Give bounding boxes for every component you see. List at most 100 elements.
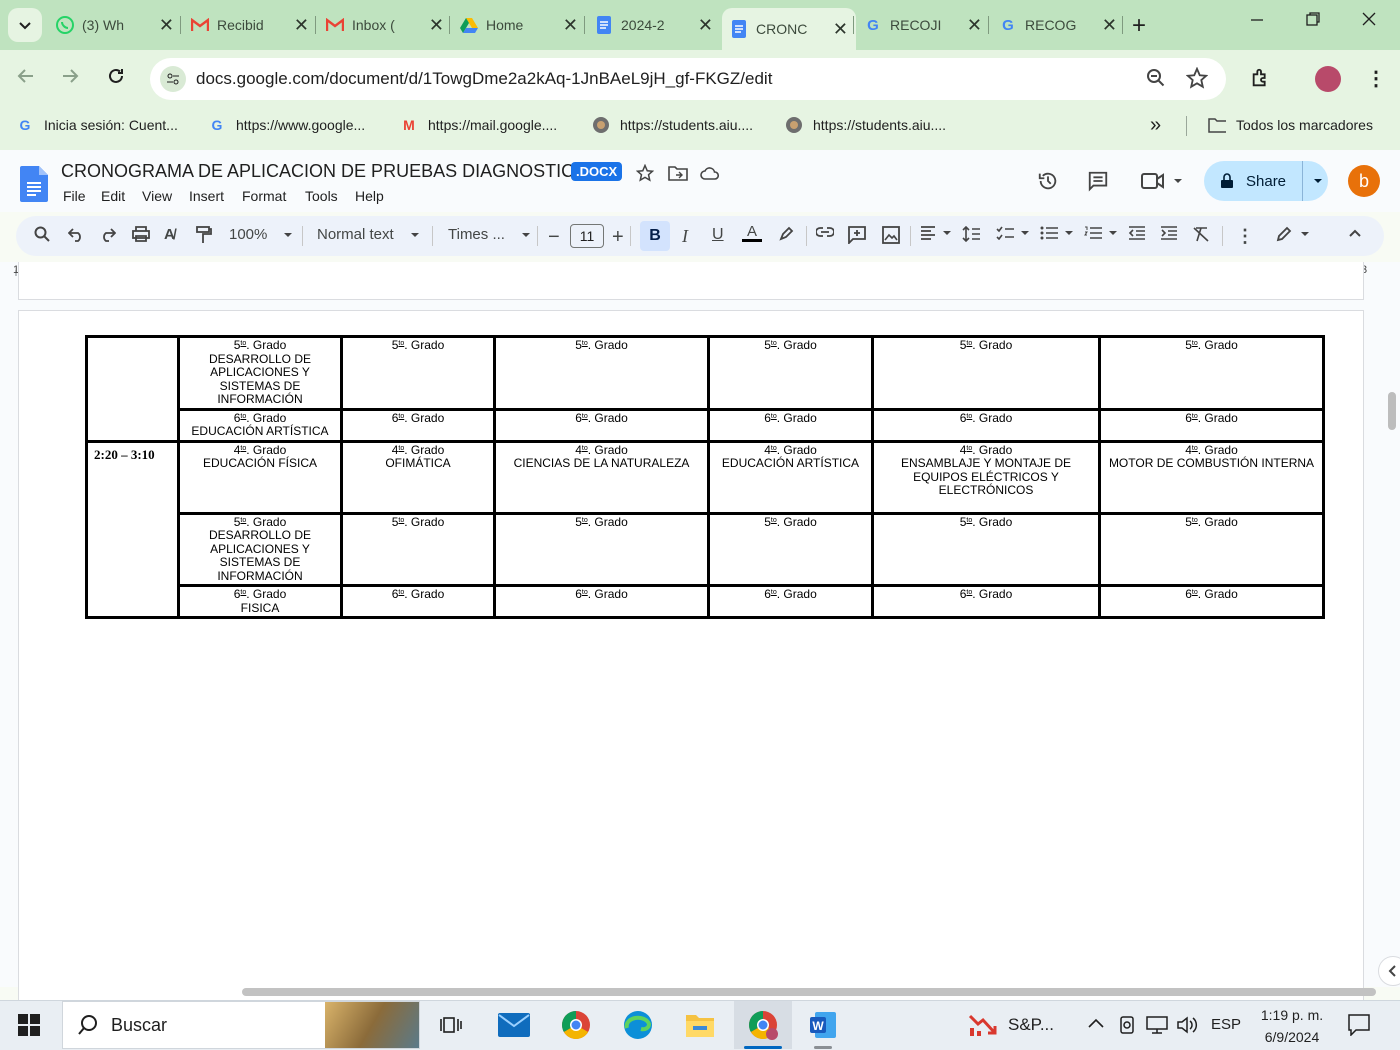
tab-close-button[interactable]: ✕ [698,15,713,36]
star-icon[interactable] [635,163,655,187]
table-cell[interactable]: 5to. Grado [1098,511,1325,587]
table-cell[interactable]: 5to. Grado [707,511,874,587]
table-cell[interactable]: 5to. Grado DESARROLLO DE APLICACIONES Y S… [177,335,343,411]
document-title[interactable]: CRONOGRAMA DE APLICACION DE PRUEBAS DIAG… [61,161,586,182]
tab-close-button[interactable]: ✕ [967,15,982,36]
version-history-icon[interactable] [1037,170,1059,197]
all-bookmarks-button[interactable]: Todos los marcadores [1208,116,1373,134]
zoom-select[interactable]: 100% [229,226,293,243]
table-cell[interactable]: 5to. Grado [493,511,710,587]
tab-close-button[interactable]: ✕ [563,15,578,36]
bookmark-4[interactable]: https://students.aiu.... [592,116,753,134]
italic-button[interactable]: I [682,226,688,247]
table-cell[interactable]: 5to. Grado [1098,335,1325,411]
table-cell[interactable]: 6to. Grado [493,407,710,443]
comments-icon[interactable] [1087,170,1109,197]
more-tools-button[interactable]: ⋮ [1236,226,1254,247]
tab-close-button[interactable]: ✕ [294,15,309,36]
table-cell[interactable]: 6to. Grado [707,407,874,443]
show-hidden-icons-button[interactable] [1087,1016,1105,1034]
table-cell[interactable]: 6to. Grado [707,584,874,619]
table-cell[interactable]: 4to. Grado OFIMÁTICA [340,439,496,515]
meet-button[interactable] [1141,172,1183,190]
table-cell[interactable]: 6to. Grado FISICA [177,584,343,619]
network-icon[interactable] [1146,1015,1168,1040]
table-cell[interactable]: 5to. Grado [493,335,710,411]
edge-app[interactable] [621,1008,655,1042]
table-cell[interactable]: 5to. Grado DESARROLLO DE APLICACIONES Y S… [177,511,343,587]
chrome-app[interactable] [559,1008,593,1042]
mail-app[interactable] [497,1008,531,1042]
decrease-indent-button[interactable] [1128,226,1146,240]
table-cell[interactable]: 6to. Grado [340,584,496,619]
new-tab-button[interactable]: + [1132,12,1146,40]
hide-menus-button[interactable] [1348,226,1362,240]
browser-tab-5[interactable]: 2024-2 ✕ [587,8,721,42]
menu-file[interactable]: File [63,188,86,204]
bookmark-star-icon[interactable] [1185,66,1209,94]
vertical-scrollbar-thumb[interactable] [1388,392,1396,430]
table-cell[interactable]: 4to. Grado EDUCACIÓN FÍSICA [177,439,343,515]
bold-button[interactable]: B [640,221,670,251]
time-cell[interactable]: 2:20 – 3:10 [85,439,180,619]
table-cell[interactable]: 6to. Grado EDUCACIÓN ARTÍSTICA [177,407,343,443]
tab-close-button[interactable]: ✕ [833,19,848,40]
text-color-button[interactable]: A [742,223,762,242]
print-button[interactable] [132,226,150,242]
task-view-button[interactable] [434,1008,468,1042]
side-panel-toggle[interactable] [1378,956,1400,986]
reload-button[interactable] [106,66,126,92]
back-button[interactable] [16,66,36,92]
browser-tab-8[interactable]: G RECOG ✕ [991,8,1125,42]
add-comment-button[interactable] [848,226,866,244]
cloud-status-icon[interactable] [700,165,720,186]
table-cell[interactable]: 4to. Grado CIENCIAS DE LA NATURALEZA [493,439,710,515]
restore-button[interactable] [1306,10,1320,31]
align-button[interactable] [920,226,952,240]
camera-tray-icon[interactable] [1118,1015,1138,1040]
browser-tab-4[interactable]: Home ✕ [452,8,586,42]
notifications-button[interactable] [1348,1014,1370,1041]
share-button[interactable]: Share [1204,161,1328,201]
table-cell[interactable]: 4to. Grado MOTOR DE COMBUSTIÓN INTERNA [1098,439,1325,515]
stock-widget[interactable]: S&P... [968,1012,1054,1038]
table-cell[interactable]: 4to. Grado ENSAMBLAJE Y MONTAJE DE EQUIPO… [871,439,1101,515]
increase-indent-button[interactable] [1160,226,1178,240]
table-cell[interactable]: 6to. Grado [871,584,1101,619]
chrome-app-active[interactable] [734,1001,792,1049]
url-text[interactable]: docs.google.com/document/d/1TowgDme2a2kA… [196,69,772,89]
table-cell[interactable]: 5to. Grado [340,511,496,587]
line-spacing-button[interactable] [962,226,980,242]
input-language[interactable]: ESP [1211,1016,1241,1033]
table-cell[interactable]: 5to. Grado [871,335,1101,411]
style-select[interactable]: Normal text [317,226,420,243]
decrease-font-size-button[interactable]: − [548,226,560,249]
font-select[interactable]: Times ... [448,226,531,243]
table-cell[interactable]: 6to. Grado [493,584,710,619]
minimize-button[interactable] [1250,10,1264,31]
start-button[interactable] [12,1008,46,1042]
tab-close-button[interactable]: ✕ [429,15,444,36]
bookmark-1[interactable]: G Inicia sesión: Cuent... [16,116,178,134]
insert-image-button[interactable] [882,226,900,244]
tab-search-button[interactable] [8,8,42,42]
increase-font-size-button[interactable]: + [612,226,624,249]
clock[interactable]: 1:19 p. m. 6/9/2024 [1258,1004,1326,1048]
menu-format[interactable]: Format [242,188,286,204]
time-cell-empty[interactable] [85,335,180,443]
site-info-icon[interactable] [160,66,186,92]
browser-tab-7[interactable]: G RECOJI ✕ [856,8,990,42]
profile-avatar[interactable] [1315,66,1341,92]
table-cell[interactable]: 6to. Grado [871,407,1101,443]
taskbar-search[interactable]: Buscar [62,1001,420,1049]
table-cell[interactable]: 5to. Grado [707,335,874,411]
table-cell[interactable]: 5to. Grado [340,335,496,411]
bookmark-3[interactable]: Mhttps://mail.google.... [400,116,557,134]
file-explorer-app[interactable] [683,1008,717,1042]
editing-mode-button[interactable] [1276,226,1310,242]
highlight-button[interactable] [778,226,794,242]
bookmarks-overflow-button[interactable]: » [1150,114,1161,137]
font-size-input[interactable]: 11 [570,224,604,248]
table-cell[interactable]: 6to. Grado [340,407,496,443]
undo-button[interactable] [68,226,84,242]
